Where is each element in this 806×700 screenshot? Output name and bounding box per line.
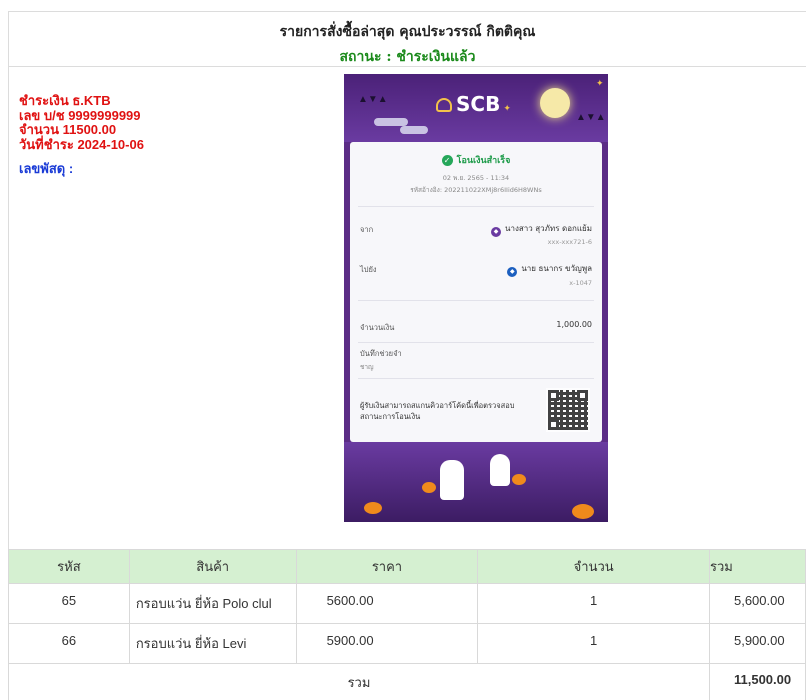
slip-receipt: ✓ โอนเงินสำเร็จ 02 พ.ย. 2565 - 11:34 รหัส… <box>350 142 602 442</box>
divider <box>358 206 594 207</box>
table-header-row: รหัส สินค้า ราคา จำนวน รวม <box>8 549 806 584</box>
row-total: 5,900.00 <box>708 623 806 664</box>
bank-icon: ◆ <box>507 267 518 277</box>
bat-icon: ▲▼▲ <box>358 94 388 105</box>
scb-logo-icon <box>436 98 452 112</box>
tracking-number-label: เลขพัสดุ : <box>19 161 74 176</box>
amount-label: จำนวนเงิน <box>360 323 395 332</box>
slip-reference: รหัสอ้างอิง: 202211022XMj8r6IIid6H8WNs <box>410 186 542 194</box>
pumpkin-icon <box>422 482 436 493</box>
slip-datetime: 02 พ.ย. 2565 - 11:34 <box>442 174 510 182</box>
qr-finder <box>548 419 559 430</box>
order-items-table: รหัส สินค้า ราคา จำนวน รวม 65 กรอบแว่น ย… <box>8 549 806 700</box>
from-name-text: นางสาว สุวภัทร ดอกแย้ม <box>505 224 592 233</box>
to-name: ◆ นาย ธนากร ขวัญพูล <box>507 262 592 277</box>
row-product: กรอบแว่น ยี่ห้อ Levi <box>128 623 297 664</box>
to-label: ไปยัง <box>360 265 377 274</box>
row-code: 66 <box>8 623 130 664</box>
slip-footer-illustration <box>344 442 608 522</box>
scb-bank-icon: ◆ <box>491 227 501 237</box>
col-header-quantity: จำนวน <box>477 549 710 584</box>
payment-slip-image[interactable]: ▲▼▲ ▲▼▲ ✦ SCB ✦ ✓ โอนเงินสำเร็จ 02 พ.ย. 25… <box>344 74 608 522</box>
payment-bank: ชำระเงิน ธ.KTB <box>19 93 111 108</box>
table-row: 65 กรอบแว่น ยี่ห้อ Polo clul 5600.00 1 5… <box>8 583 806 624</box>
qr-finder <box>577 390 588 401</box>
divider <box>358 378 594 379</box>
row-price: 5900.00 <box>295 623 479 664</box>
row-product: กรอบแว่น ยี่ห้อ Polo clul <box>128 583 297 624</box>
divider <box>358 300 594 301</box>
pumpkin-icon <box>572 504 594 519</box>
transfer-success-text: โอนเงินสำเร็จ <box>456 156 511 166</box>
moon-icon <box>540 88 570 118</box>
table-sum-row: รวม 11,500.00 <box>8 663 806 700</box>
pumpkin-icon <box>512 474 526 485</box>
check-circle-icon: ✓ <box>441 155 453 166</box>
payment-date: วันที่ชำระ 2024-10-06 <box>19 136 144 152</box>
row-quantity: 1 <box>477 623 710 664</box>
pumpkin-icon <box>364 502 382 514</box>
qr-finder <box>548 390 559 401</box>
scb-logo: SCB ✦ <box>436 92 511 116</box>
verify-text: ผู้รับเงินสามารถสแกนคิวอาร์โค้ดนี้เพื่อต… <box>360 401 515 421</box>
scb-logo-text: SCB <box>456 92 501 116</box>
slip-amount: 1,000.00 <box>556 320 592 329</box>
order-title: รายการสั่งซื้อล่าสุด คุณประวรรณ์ กิตติคุ… <box>279 24 536 40</box>
sum-label: รวม <box>8 663 710 700</box>
from-account: xxx-xxx721-6 <box>547 238 592 246</box>
qr-code-icon <box>546 388 590 432</box>
from-name: ◆ นางสาว สุวภัทร ดอกแย้ม <box>491 222 592 237</box>
sum-value: 11,500.00 <box>708 663 806 700</box>
divider <box>358 342 594 343</box>
payment-info: ชำระเงิน ธ.KTB เลข บ/ช 9999999999 จำนวน … <box>19 93 144 152</box>
row-quantity: 1 <box>477 583 710 624</box>
row-code: 65 <box>8 583 130 624</box>
ghost-icon <box>440 460 464 500</box>
sparkle-icon: ✦ <box>503 104 511 114</box>
cloud-icon <box>400 126 428 134</box>
col-header-total: รวม <box>708 549 806 584</box>
cloud-icon <box>374 118 408 126</box>
ghost-icon <box>490 454 510 486</box>
order-header: รายการสั่งซื้อล่าสุด คุณประวรรณ์ กิตติคุ… <box>8 11 806 67</box>
col-header-product: สินค้า <box>128 549 297 584</box>
slip-header: ▲▼▲ ▲▼▲ ✦ SCB ✦ <box>344 74 608 142</box>
bat-icon: ▲▼▲ <box>576 112 606 123</box>
to-name-text: นาย ธนากร ขวัญพูล <box>521 264 592 273</box>
order-detail: ชำระเงิน ธ.KTB เลข บ/ช 9999999999 จำนวน … <box>8 67 806 549</box>
memo-value: ชาญ <box>360 363 374 371</box>
transfer-success: ✓ โอนเงินสำเร็จ <box>350 153 602 167</box>
sparkle-icon: ✦ <box>596 78 604 88</box>
memo-label: บันทึกช่วยจำ <box>360 349 402 358</box>
col-header-code: รหัส <box>8 549 130 584</box>
row-total: 5,600.00 <box>708 583 806 624</box>
payment-amount: จำนวน 11500.00 <box>19 122 117 137</box>
order-status: สถานะ : ชำระเงินแล้ว <box>339 49 476 65</box>
to-account: x-1047 <box>569 279 592 287</box>
table-row: 66 กรอบแว่น ยี่ห้อ Levi 5900.00 1 5,900.… <box>8 623 806 664</box>
col-header-price: ราคา <box>295 549 479 584</box>
from-label: จาก <box>360 225 374 234</box>
payment-account: เลข บ/ช 9999999999 <box>19 107 141 123</box>
row-price: 5600.00 <box>295 583 479 624</box>
